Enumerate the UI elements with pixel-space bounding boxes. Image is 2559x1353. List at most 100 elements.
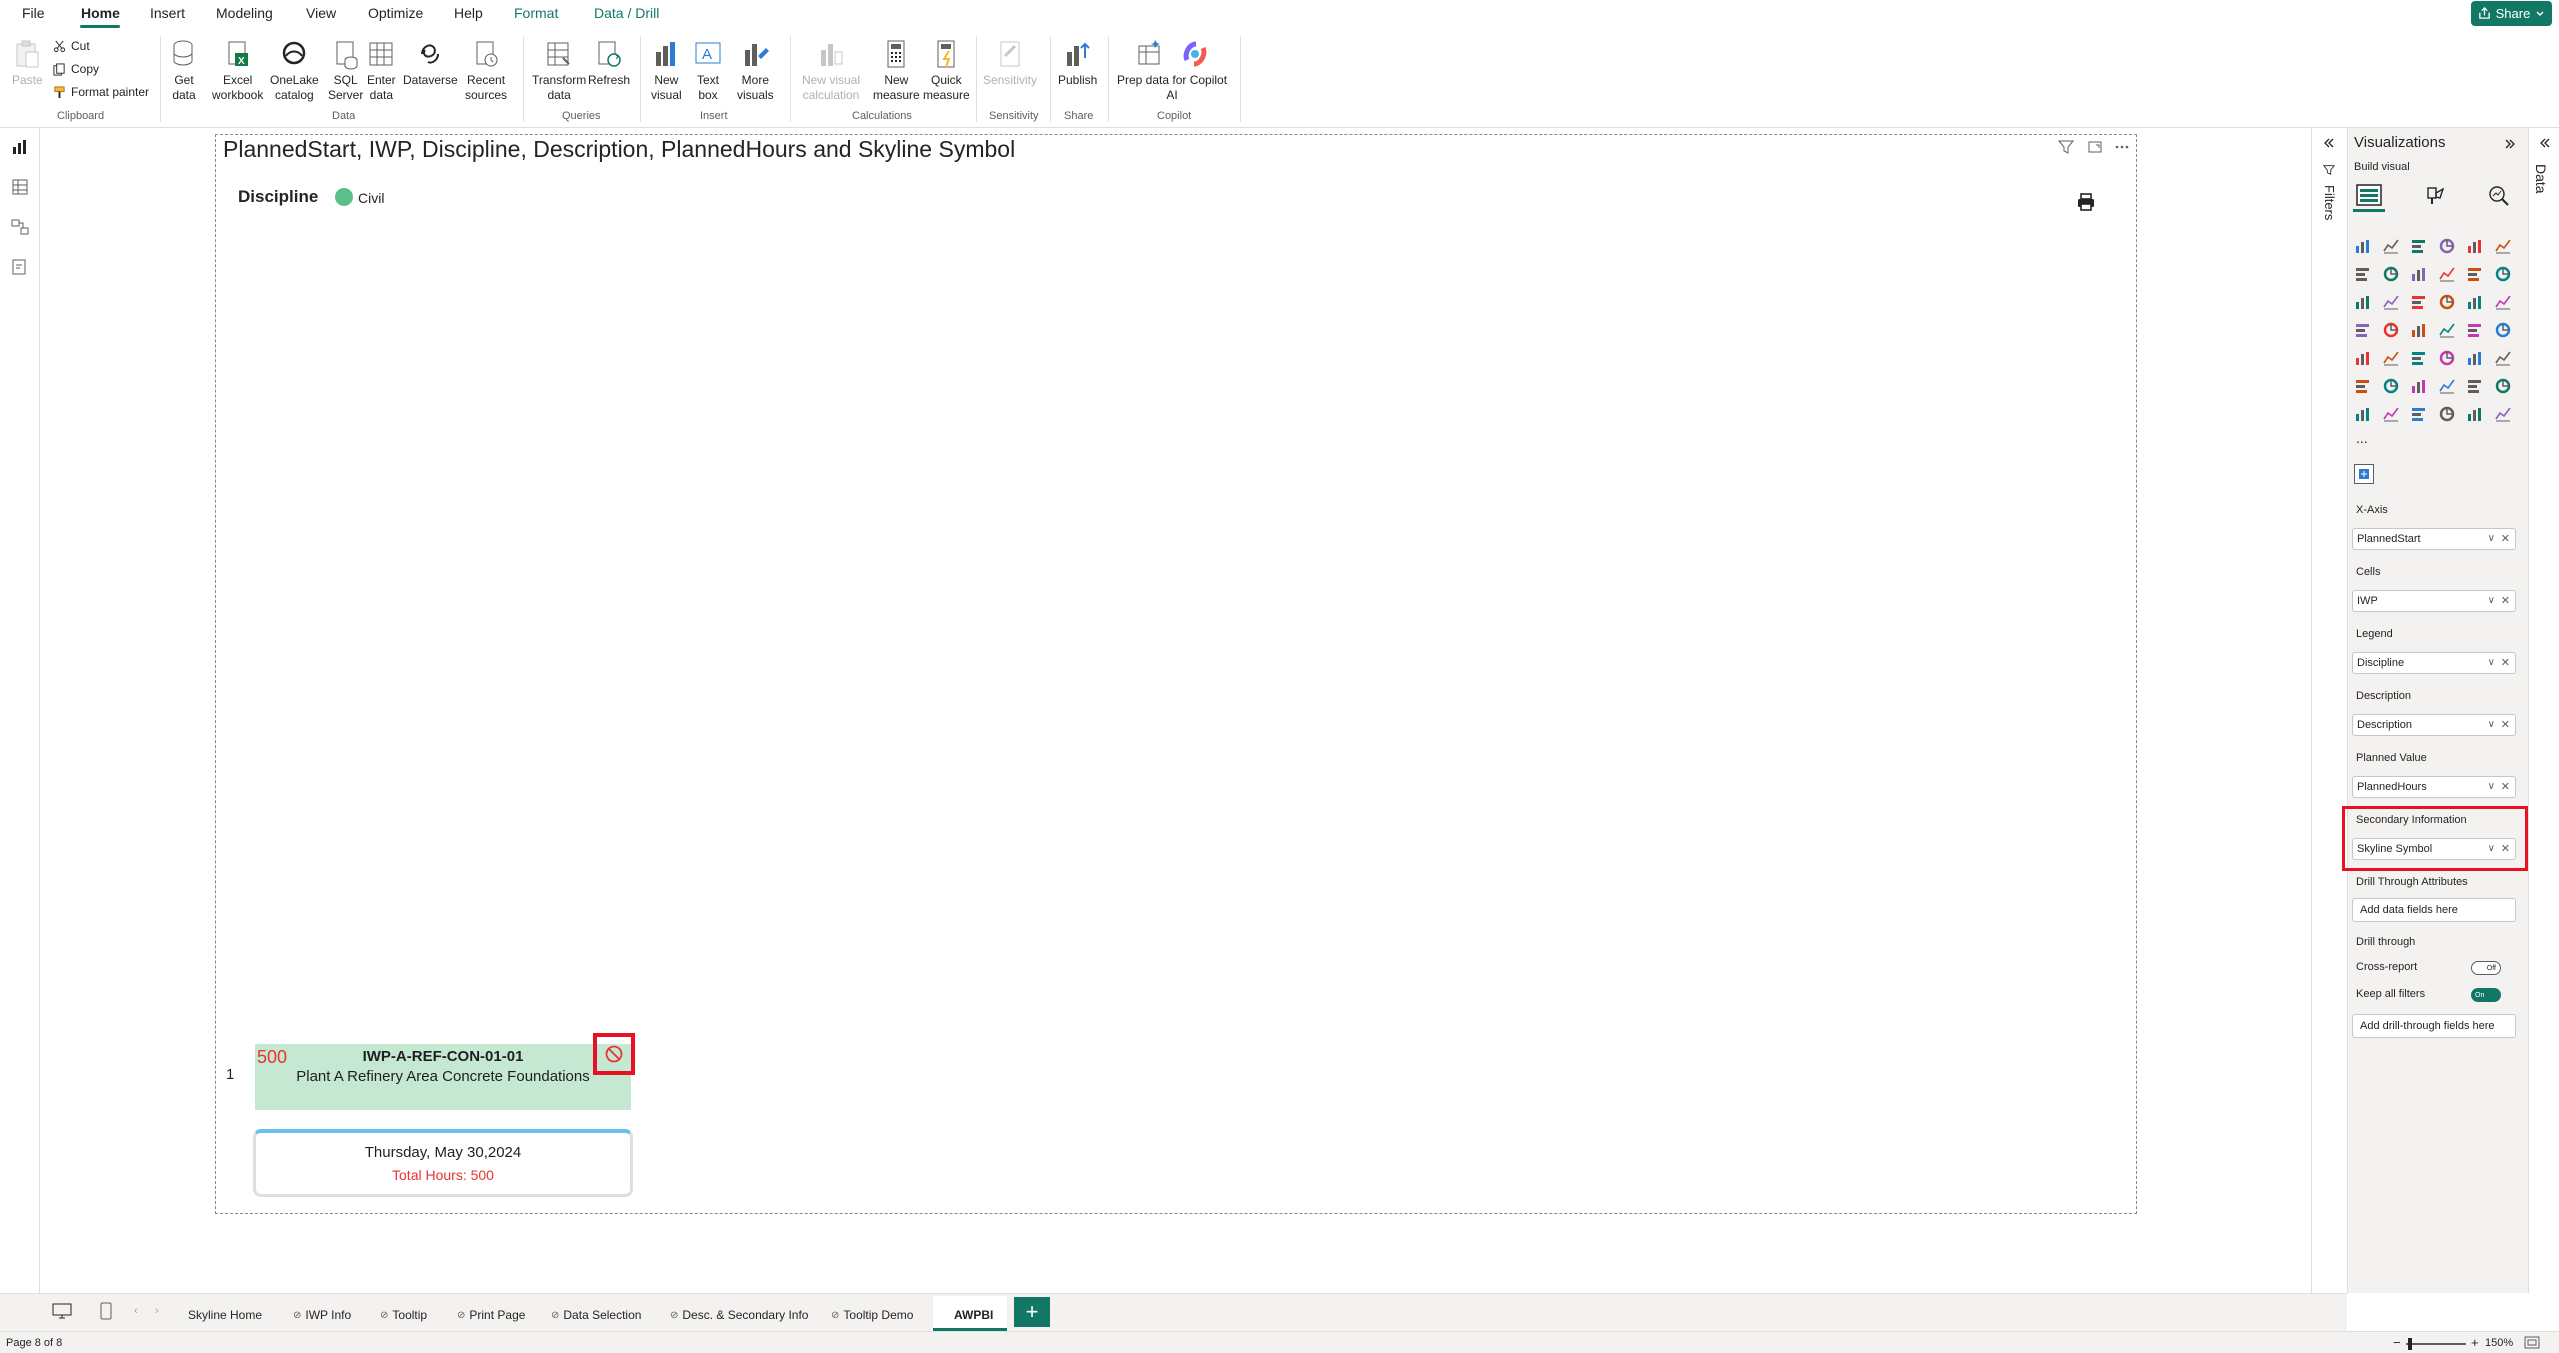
copy-button[interactable]: Copy	[53, 62, 99, 76]
matrix-icon[interactable]	[2466, 349, 2484, 367]
skyline-chevron-icon[interactable]	[2494, 405, 2512, 423]
zoom-out-button[interactable]: −	[2393, 1335, 2401, 1350]
format-painter-button[interactable]: Format painter	[53, 85, 149, 99]
line-column-chart-icon[interactable]	[2466, 265, 2484, 283]
pie-chart-icon[interactable]	[2438, 293, 2456, 311]
new-measure-button[interactable]: New measure	[873, 38, 920, 103]
model-view-icon[interactable]	[11, 218, 29, 236]
zoom-slider-thumb[interactable]	[2408, 1338, 2412, 1350]
ribbon-chart-icon[interactable]	[2438, 265, 2456, 283]
power-automate-icon[interactable]	[2410, 405, 2428, 423]
decomposition-tree-icon[interactable]	[2410, 377, 2428, 395]
line-chart-icon[interactable]	[2354, 265, 2372, 283]
slicer-icon[interactable]	[2410, 349, 2428, 367]
menu-format[interactable]: Format	[514, 5, 558, 21]
dataverse-button[interactable]: Dataverse	[403, 38, 458, 88]
r-visual-icon[interactable]	[2494, 349, 2512, 367]
cut-button[interactable]: Cut	[53, 39, 90, 53]
multi-row-card-icon[interactable]	[2354, 349, 2372, 367]
donut-chart-icon[interactable]	[2466, 293, 2484, 311]
page-tab-desc-secondary-info[interactable]: ⊘ Desc. & Secondary Info	[670, 1302, 808, 1328]
chevron-down-icon[interactable]: ∨	[2488, 781, 2495, 792]
text-box-button[interactable]: A Text box	[694, 38, 722, 103]
refresh-button[interactable]: Refresh	[588, 38, 630, 88]
menu-insert[interactable]: Insert	[150, 5, 185, 21]
card-icon[interactable]	[2494, 321, 2512, 339]
metrics-icon[interactable]	[2494, 377, 2512, 395]
chevron-down-icon[interactable]: ∨	[2488, 657, 2495, 668]
filters-pane-collapsed[interactable]	[2311, 128, 2347, 1293]
add-page-button[interactable]: +	[1014, 1297, 1050, 1327]
tab-analytics[interactable]	[2483, 180, 2515, 212]
menu-data-drill[interactable]: Data / Drill	[594, 5, 659, 21]
area-chart-icon[interactable]	[2382, 265, 2400, 283]
clustered-bar-chart-icon[interactable]	[2410, 237, 2428, 255]
publish-button[interactable]: Publish	[1058, 38, 1097, 88]
stacked-bar-chart-icon[interactable]	[2354, 237, 2372, 255]
remove-field-icon[interactable]: ✕	[2501, 656, 2510, 669]
gauge-icon[interactable]	[2466, 321, 2484, 339]
well-planned-value[interactable]: PlannedHours ∨ ✕	[2352, 776, 2516, 798]
chevron-down-icon[interactable]: ∨	[2488, 719, 2495, 730]
print-icon[interactable]	[2076, 192, 2096, 212]
legend-label-civil[interactable]: Civil	[358, 190, 384, 206]
prep-data-copilot-button[interactable]: Prep data for Copilot AI	[1117, 38, 1227, 103]
well-legend[interactable]: Discipline ∨ ✕	[2352, 652, 2516, 674]
treemap-icon[interactable]	[2494, 293, 2512, 311]
transform-data-button[interactable]: Transform data	[532, 38, 586, 103]
page-tab-tooltip[interactable]: ⊘ Tooltip	[380, 1302, 427, 1328]
stacked-area-chart-icon[interactable]	[2410, 265, 2428, 283]
add-data-fields-well[interactable]: Add data fields here	[2352, 898, 2516, 922]
well-cells[interactable]: IWP ∨ ✕	[2352, 590, 2516, 612]
more-options-icon[interactable]	[2114, 139, 2130, 155]
python-visual-icon[interactable]	[2354, 377, 2372, 395]
stacked-column-chart-icon[interactable]	[2382, 237, 2400, 255]
more-visuals-button[interactable]: More visuals	[737, 38, 774, 103]
new-visual-button[interactable]: New visual	[651, 38, 682, 103]
cross-report-toggle[interactable]: Off	[2471, 961, 2501, 975]
menu-home[interactable]: Home	[81, 5, 120, 21]
chevron-down-icon[interactable]: ∨	[2488, 843, 2495, 854]
dax-query-view-icon[interactable]	[11, 258, 29, 276]
share-button[interactable]: Share	[2471, 1, 2552, 26]
menu-file[interactable]: File	[22, 5, 45, 21]
onelake-catalog-button[interactable]: OneLake catalog	[270, 38, 319, 103]
tab-build-visual[interactable]	[2353, 180, 2385, 212]
chevron-down-icon[interactable]: ∨	[2488, 595, 2495, 606]
page-tab-data-selection[interactable]: ⊘ Data Selection	[551, 1302, 641, 1328]
well-secondary-information[interactable]: Skyline Symbol ∨ ✕	[2352, 838, 2516, 860]
add-drill-through-fields-well[interactable]: Add drill-through fields here	[2352, 1014, 2516, 1038]
collapse-chevrons-icon[interactable]	[2503, 137, 2517, 151]
qa-icon[interactable]	[2438, 377, 2456, 395]
remove-field-icon[interactable]: ✕	[2501, 842, 2510, 855]
page-tab-awpbi[interactable]: AWPBI	[954, 1302, 993, 1328]
menu-view[interactable]: View	[306, 5, 336, 21]
100-bar-chart-icon[interactable]	[2466, 237, 2484, 255]
remove-field-icon[interactable]: ✕	[2501, 594, 2510, 607]
menu-help[interactable]: Help	[454, 5, 483, 21]
funnel-chart-icon[interactable]	[2382, 293, 2400, 311]
mobile-layout-icon[interactable]	[100, 1302, 112, 1320]
fit-to-page-icon[interactable]	[2524, 1336, 2540, 1349]
expand-chevrons-icon[interactable]	[2322, 136, 2336, 150]
new-visual-calculation-button[interactable]: New visual calculation	[802, 38, 860, 103]
excel-workbook-button[interactable]: X Excel workbook	[212, 38, 263, 103]
custom-visual-1-icon[interactable]	[2438, 405, 2456, 423]
page-tab-iwp-info[interactable]: ⊘ IWP Info	[293, 1302, 351, 1328]
filled-map-icon[interactable]	[2382, 321, 2400, 339]
build-fields-toggle[interactable]	[2354, 464, 2374, 484]
paste-button[interactable]: Paste	[12, 38, 43, 88]
focus-mode-icon[interactable]	[2087, 139, 2103, 155]
tab-format-visual[interactable]	[2419, 180, 2451, 212]
menu-optimize[interactable]: Optimize	[368, 5, 423, 21]
data-label[interactable]: Data	[2533, 164, 2549, 194]
azure-map-icon[interactable]	[2438, 321, 2456, 339]
paginated-report-icon[interactable]	[2354, 405, 2372, 423]
remove-field-icon[interactable]: ✕	[2501, 718, 2510, 731]
well-description[interactable]: Description ∨ ✕	[2352, 714, 2516, 736]
sql-server-button[interactable]: SQL Server	[328, 38, 363, 103]
custom-visual-2-icon[interactable]	[2466, 405, 2484, 423]
quick-measure-button[interactable]: Quick measure	[923, 38, 970, 103]
menu-modeling[interactable]: Modeling	[216, 5, 273, 21]
get-data-button[interactable]: Get data	[170, 38, 198, 103]
